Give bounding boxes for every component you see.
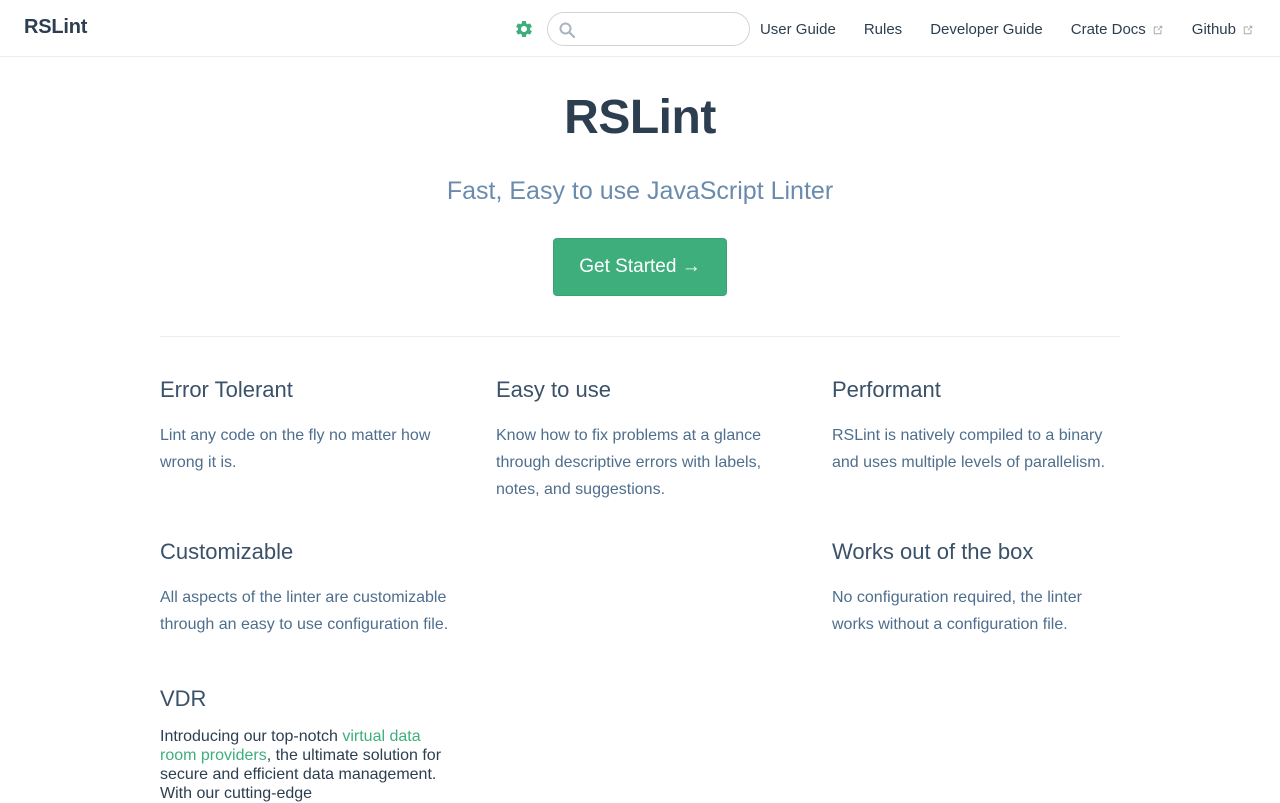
feature-details: No configuration required, the linter wo… [832,589,1082,634]
feature-customizable: Customizable All aspects of the linter a… [160,538,450,638]
navbar: RSLint User Guide Rules Developer Guide … [0,0,1280,57]
hero-tagline: Fast, Easy to use JavaScript Linter [446,177,834,205]
feature-easy-to-use: Easy to use Know how to fix problems at … [496,376,786,504]
feature-title: Customizable [160,539,294,564]
vdr-paragraph: Introducing our top-notch virtual data r… [160,727,450,803]
feature-title: Easy to use [496,377,611,402]
feature-performant: Performant RSLint is natively compiled t… [832,376,1122,476]
vdr-text-before: Introducing our top-notch [160,728,343,745]
feature-title: Works out of the box [832,539,1034,564]
feature-works-out-of-the-box: Works out of the box No configuration re… [832,538,1122,638]
nav-link-user-guide[interactable]: User Guide [760,21,836,38]
feature-details: Know how to fix problems at a glance thr… [496,427,762,499]
gear-icon[interactable] [514,19,534,39]
divider [160,336,1120,337]
feature-details: Lint any code on the fly no matter how w… [160,427,431,472]
nav-link-label: User Guide [759,20,836,38]
search-box[interactable] [547,12,750,46]
nav-link-developer-guide[interactable]: Developer Guide [930,21,1043,38]
feature-error-tolerant: Error Tolerant Lint any code on the fly … [160,376,450,476]
hero-title: RSLint [564,91,716,144]
nav-link-rules[interactable]: Rules [864,21,902,38]
nav-links: User Guide Rules Developer Guide Crate D… [760,19,1254,39]
feature-title: Error Tolerant [160,377,293,402]
nav-link-label: Developer Guide [930,20,1043,38]
nav-link-label: Crate Docs [1070,20,1146,38]
external-link-icon [1153,25,1163,34]
site-name-link[interactable]: RSLint [24,16,87,39]
get-started-button[interactable]: Get Started → [553,238,727,296]
search-icon [558,21,576,39]
external-link-icon [1243,25,1253,34]
nav-link-label: Github [1191,20,1236,38]
nav-link-crate-docs[interactable]: Crate Docs [1071,21,1164,38]
search-input[interactable] [580,19,740,39]
nav-link-label: Rules [863,20,903,38]
feature-details: RSLint is natively compiled to a binary … [832,427,1106,472]
nav-link-github[interactable]: Github [1192,21,1254,38]
vdr-section: VDR Introducing our top-notch virtual da… [160,685,450,803]
feature-title: Performant [832,377,941,402]
feature-details: All aspects of the linter are customizab… [160,589,449,634]
vdr-title: VDR [160,686,207,711]
